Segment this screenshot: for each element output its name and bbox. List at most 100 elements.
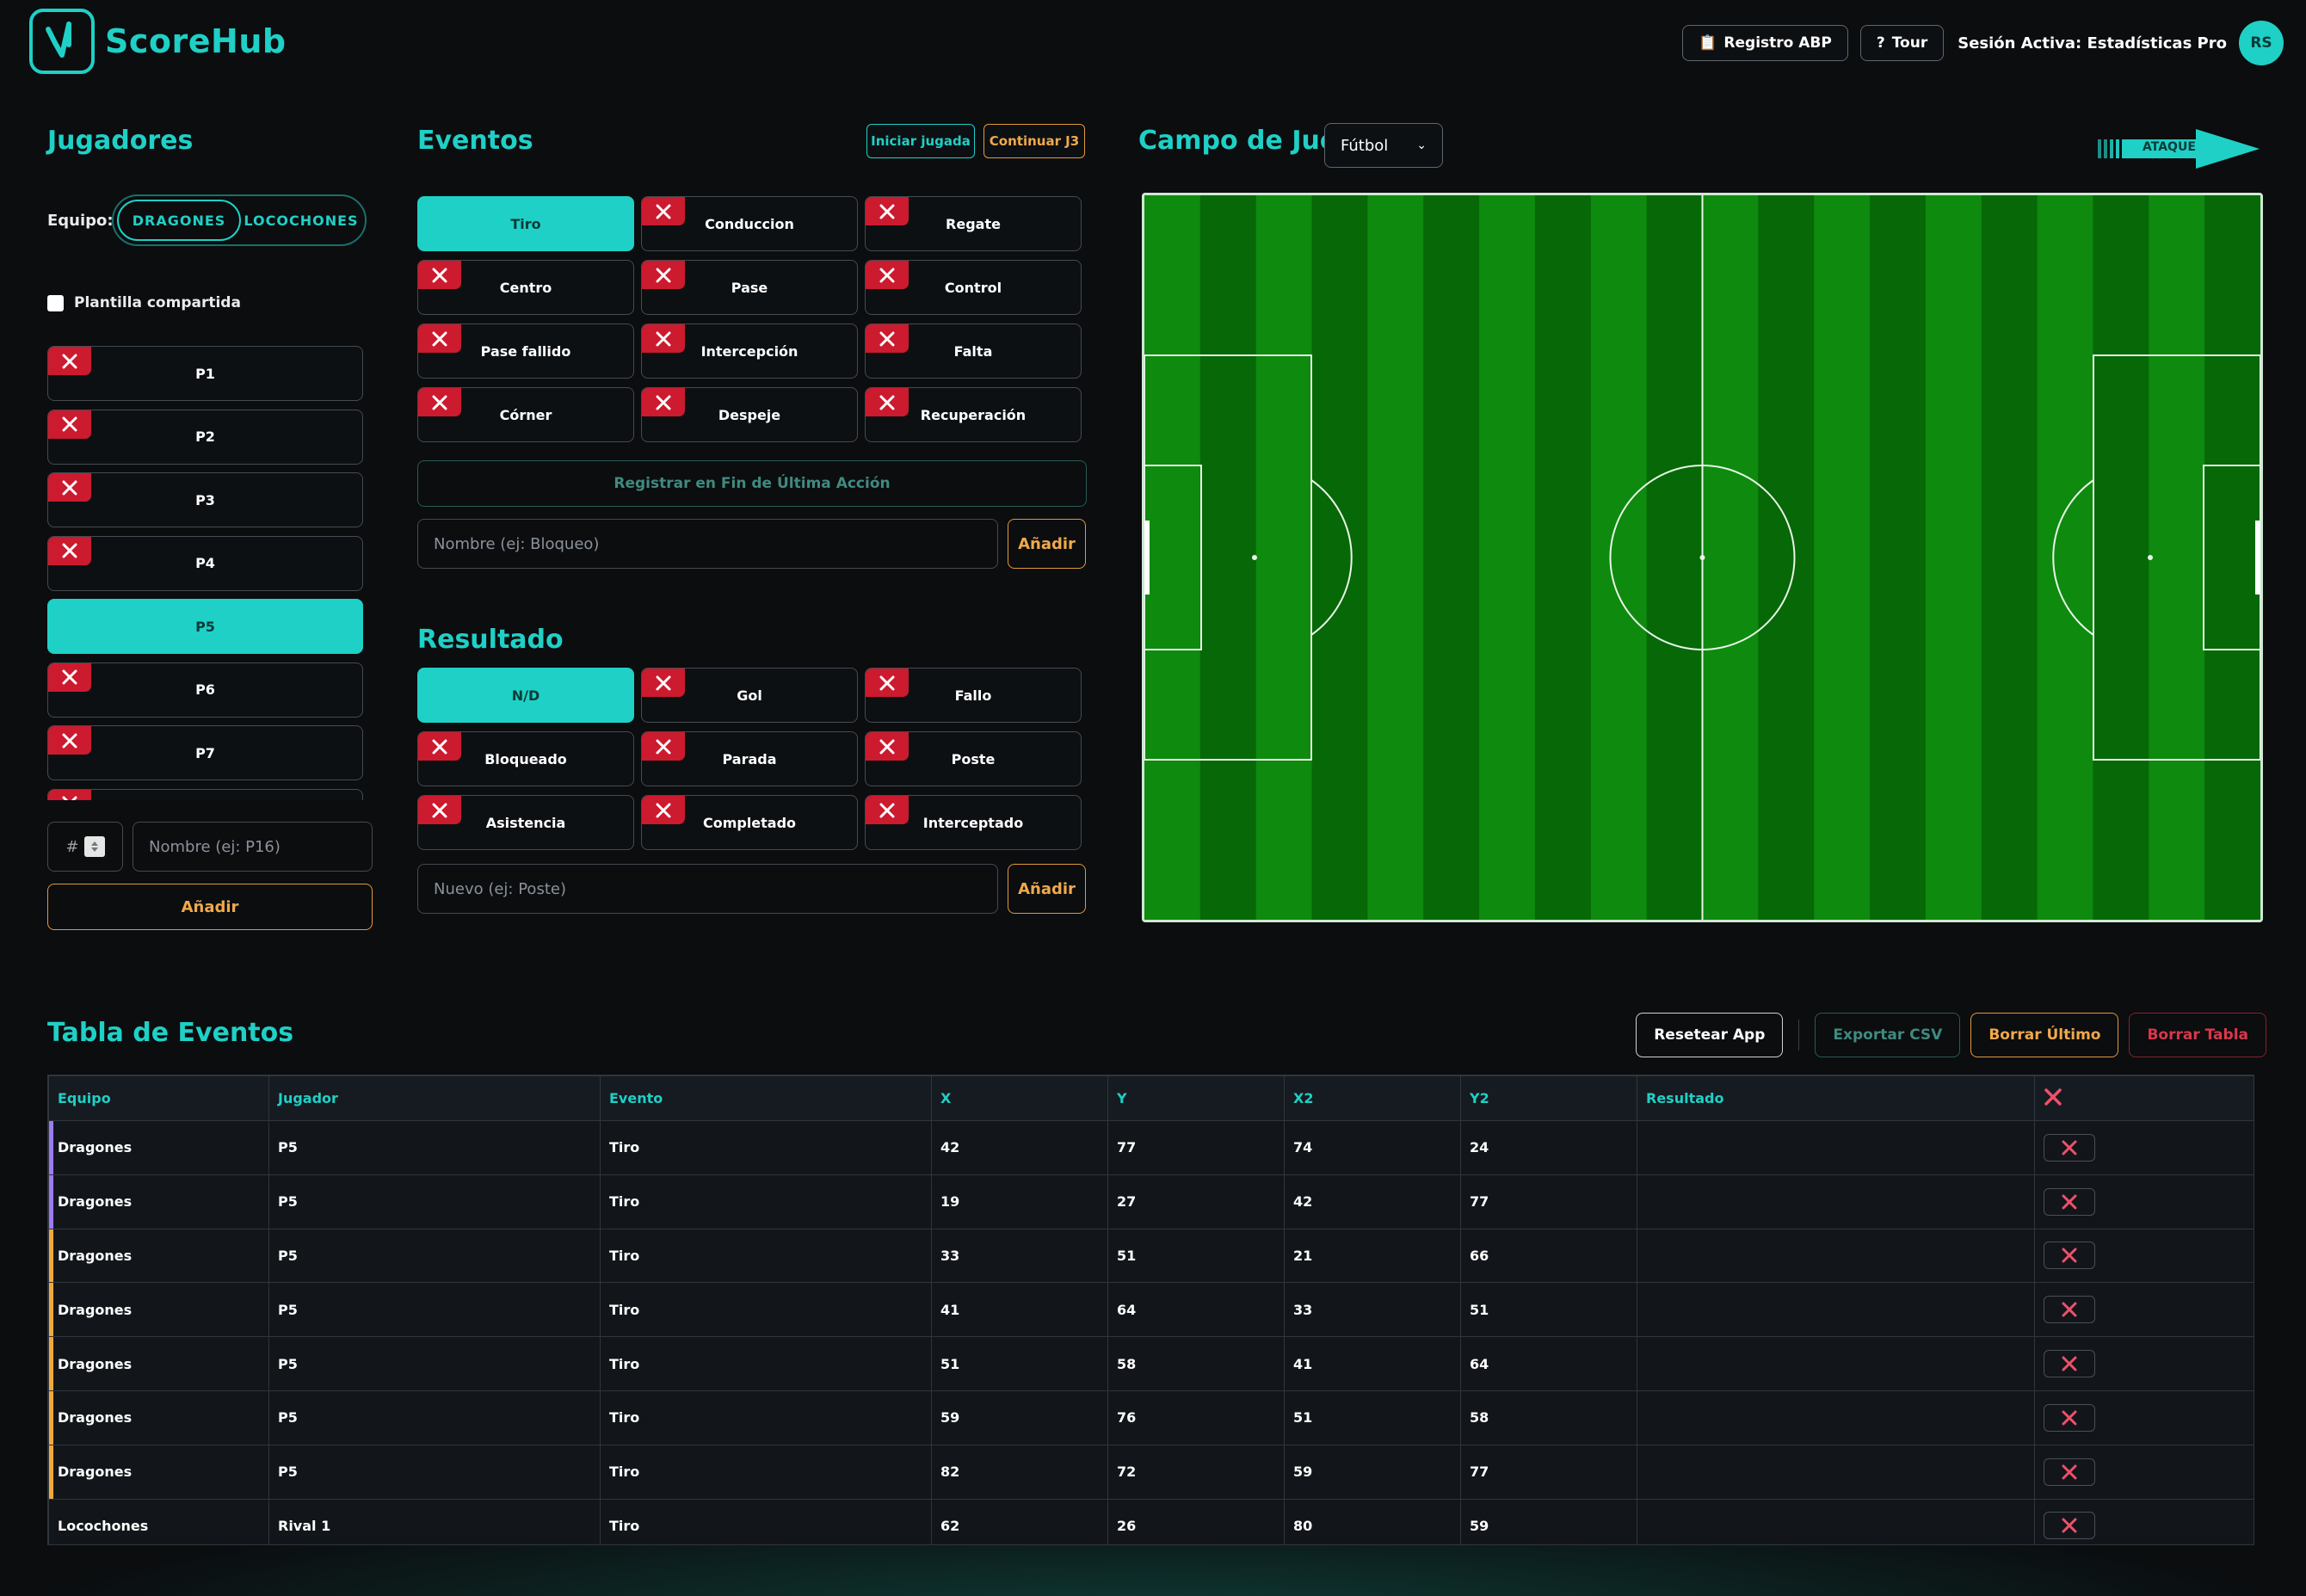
- sport-select[interactable]: Fútbol ⌄: [1324, 123, 1443, 168]
- player-item-p5[interactable]: P5: [47, 599, 363, 654]
- delete-table-button[interactable]: Borrar Tabla: [2129, 1013, 2266, 1057]
- remove-icon[interactable]: [866, 261, 909, 289]
- column-header-x2[interactable]: X2: [1284, 1075, 1461, 1121]
- result-button-asistencia[interactable]: Asistencia: [417, 795, 634, 850]
- event-button-tiro[interactable]: Tiro: [417, 196, 634, 251]
- remove-icon[interactable]: [418, 732, 461, 761]
- delete-row-button[interactable]: [2044, 1403, 2095, 1432]
- number-spinner-icon[interactable]: [83, 836, 105, 857]
- result-button-gol[interactable]: Gol: [641, 668, 858, 723]
- column-header-y2[interactable]: Y2: [1460, 1075, 1637, 1121]
- user-avatar[interactable]: RS: [2239, 21, 2284, 65]
- result-button-bloqueado[interactable]: Bloqueado: [417, 731, 634, 786]
- result-button-fallo[interactable]: Fallo: [865, 668, 1082, 723]
- delete-row-button[interactable]: [2044, 1133, 2095, 1162]
- remove-icon[interactable]: [642, 796, 685, 824]
- player-item-p6[interactable]: P6: [47, 662, 363, 718]
- remove-icon[interactable]: [642, 388, 685, 416]
- remove-icon[interactable]: [418, 324, 461, 353]
- result-button-interceptado[interactable]: Interceptado: [865, 795, 1082, 850]
- remove-icon[interactable]: [642, 732, 685, 761]
- table-row[interactable]: Dragones P5 Tiro 19 27 42 77: [48, 1174, 2254, 1229]
- delete-row-button[interactable]: [2044, 1187, 2095, 1216]
- result-button-completado[interactable]: Completado: [641, 795, 858, 850]
- event-button-conduccion[interactable]: Conduccion: [641, 196, 858, 251]
- result-button-n-d[interactable]: N/D: [417, 668, 634, 723]
- add-result-button[interactable]: Añadir: [1008, 864, 1086, 914]
- remove-icon[interactable]: [48, 726, 91, 755]
- remove-icon[interactable]: [642, 669, 685, 697]
- add-event-button[interactable]: Añadir: [1008, 519, 1086, 569]
- column-header-result[interactable]: Resultado: [1637, 1075, 2035, 1121]
- event-button-intercepcion[interactable]: Intercepción: [641, 324, 858, 379]
- player-number-input[interactable]: #: [47, 822, 123, 872]
- shared-roster-checkbox[interactable]: [47, 294, 64, 311]
- column-header-y[interactable]: Y: [1107, 1075, 1285, 1121]
- event-button-centro[interactable]: Centro: [417, 260, 634, 315]
- player-item-empty[interactable]: [47, 788, 363, 800]
- remove-icon[interactable]: [418, 388, 461, 416]
- remove-icon[interactable]: [48, 347, 91, 375]
- player-name-input[interactable]: Nombre (ej: P16): [133, 822, 373, 872]
- delete-row-button[interactable]: [2044, 1350, 2095, 1378]
- result-button-parada[interactable]: Parada: [641, 731, 858, 786]
- delete-row-button[interactable]: [2044, 1512, 2095, 1540]
- event-button-pase[interactable]: Pase: [641, 260, 858, 315]
- event-button-recuperacion[interactable]: Recuperación: [865, 387, 1082, 442]
- team-option-locochones[interactable]: LOCOCHONES: [241, 200, 361, 241]
- start-play-button[interactable]: Iniciar jugada: [866, 124, 975, 158]
- export-csv-button[interactable]: Exportar CSV: [1815, 1013, 1961, 1057]
- table-row[interactable]: Dragones P5 Tiro 33 51 21 66: [48, 1228, 2254, 1284]
- table-row[interactable]: Dragones P5 Tiro 42 77 74 24: [48, 1120, 2254, 1175]
- column-header-player[interactable]: Jugador: [268, 1075, 601, 1121]
- result-name-input[interactable]: Nuevo (ej: Poste): [417, 864, 998, 914]
- table-row[interactable]: Dragones P5 Tiro 82 72 59 77: [48, 1444, 2254, 1500]
- remove-icon[interactable]: [418, 796, 461, 824]
- column-header-x[interactable]: X: [931, 1075, 1108, 1121]
- delete-row-button[interactable]: [2044, 1296, 2095, 1324]
- result-button-poste[interactable]: Poste: [865, 731, 1082, 786]
- event-button-despeje[interactable]: Despeje: [641, 387, 858, 442]
- event-button-pase-fallido[interactable]: Pase fallido: [417, 324, 634, 379]
- remove-icon[interactable]: [48, 473, 91, 502]
- player-item-p7[interactable]: P7: [47, 725, 363, 780]
- soccer-pitch[interactable]: [1142, 193, 2263, 922]
- event-button-regate[interactable]: Regate: [865, 196, 1082, 251]
- remove-icon[interactable]: [866, 732, 909, 761]
- event-name-input[interactable]: Nombre (ej: Bloqueo): [417, 519, 998, 569]
- registro-abp-button[interactable]: 📋 Registro ABP: [1682, 25, 1848, 61]
- remove-icon[interactable]: [642, 197, 685, 225]
- remove-icon[interactable]: [866, 796, 909, 824]
- player-item-p3[interactable]: P3: [47, 472, 363, 527]
- table-row[interactable]: Dragones P5 Tiro 51 58 41 64: [48, 1336, 2254, 1391]
- player-item-p2[interactable]: P2: [47, 409, 363, 465]
- remove-icon[interactable]: [866, 324, 909, 353]
- table-row[interactable]: Locochones Rival 1 Tiro 62 26 80 59: [48, 1498, 2254, 1544]
- remove-icon[interactable]: [48, 410, 91, 439]
- remove-icon[interactable]: [48, 662, 91, 692]
- register-end-button[interactable]: Registrar en Fin de Última Acción: [417, 460, 1087, 507]
- shared-roster-toggle[interactable]: Plantilla compartida: [47, 294, 241, 311]
- table-row[interactable]: Dragones P5 Tiro 41 64 33 51: [48, 1282, 2254, 1338]
- column-header-event[interactable]: Evento: [600, 1075, 932, 1121]
- add-player-button[interactable]: Añadir: [47, 884, 373, 930]
- player-item-p4[interactable]: P4: [47, 535, 363, 591]
- reset-app-button[interactable]: Resetear App: [1636, 1013, 1784, 1057]
- event-button-falta[interactable]: Falta: [865, 324, 1082, 379]
- remove-icon[interactable]: [866, 388, 909, 416]
- remove-icon[interactable]: [866, 197, 909, 225]
- team-option-dragones[interactable]: DRAGONES: [117, 200, 241, 241]
- column-header-team[interactable]: Equipo: [48, 1075, 269, 1121]
- delete-last-button[interactable]: Borrar Último: [1970, 1013, 2119, 1057]
- remove-icon[interactable]: [642, 324, 685, 353]
- delete-row-button[interactable]: [2044, 1457, 2095, 1486]
- event-button-corner[interactable]: Córner: [417, 387, 634, 442]
- remove-icon[interactable]: [48, 536, 91, 565]
- remove-icon[interactable]: [48, 789, 91, 800]
- tour-button[interactable]: ? Tour: [1859, 25, 1945, 61]
- remove-icon[interactable]: [866, 669, 909, 697]
- continue-play-button[interactable]: Continuar J3: [983, 124, 1085, 158]
- delete-row-button[interactable]: [2044, 1242, 2095, 1270]
- event-button-control[interactable]: Control: [865, 260, 1082, 315]
- remove-icon[interactable]: [418, 261, 461, 289]
